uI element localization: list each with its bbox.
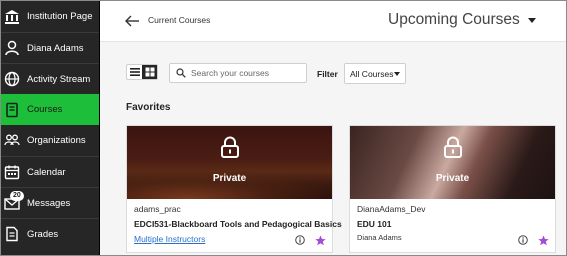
list-icon: [129, 68, 140, 76]
globe-icon: [4, 71, 20, 87]
sidebar-item-label: Diana Adams: [27, 42, 84, 54]
grid-view-button[interactable]: [142, 65, 157, 79]
sidebar-item-courses[interactable]: Courses: [1, 94, 99, 125]
privacy-label: Private: [435, 173, 470, 184]
info-icon[interactable]: [295, 235, 305, 245]
course-card-body: DianaAdams_Dev EDU 101 Diana Adams: [350, 199, 555, 254]
breadcrumb[interactable]: Current Courses: [148, 15, 210, 25]
sidebar-item-calendar[interactable]: Calendar: [1, 156, 99, 187]
organizations-icon: [4, 133, 20, 149]
favorites-heading: Favorites: [126, 102, 171, 113]
app-frame: Institution Page Diana Adams Activity St…: [1, 1, 566, 255]
sidebar-item-activity-stream[interactable]: Activity Stream: [1, 63, 99, 94]
calendar-icon: [4, 164, 20, 180]
sidebar: Institution Page Diana Adams Activity St…: [1, 1, 100, 255]
instructors-link[interactable]: Multiple Instructors: [134, 234, 205, 244]
search-input[interactable]: [191, 68, 301, 78]
course-name[interactable]: EDU 101: [357, 219, 548, 229]
term-selector[interactable]: Upcoming Courses: [388, 11, 536, 29]
course-toolbar: Filter All Courses: [100, 61, 566, 85]
course-card-body: adams_prac EDCI531-Blackboard Tools and …: [127, 199, 342, 254]
grid-icon: [145, 67, 154, 77]
privacy-label: Private: [212, 173, 247, 184]
view-toggle: [126, 64, 158, 80]
grades-icon: [4, 226, 20, 242]
favorite-star-icon[interactable]: [538, 235, 549, 246]
back-arrow-icon[interactable]: [124, 13, 140, 29]
favorite-star-icon[interactable]: [315, 235, 326, 246]
messages-count-badge: 20: [10, 191, 24, 201]
institution-icon: [4, 9, 20, 25]
filter-label: Filter: [317, 69, 338, 79]
user-icon: [4, 40, 20, 56]
sidebar-item-label: Calendar: [27, 166, 66, 178]
sidebar-item-profile[interactable]: Diana Adams: [1, 32, 99, 63]
filter-select[interactable]: All Courses: [344, 63, 406, 84]
lock-icon: [220, 136, 239, 158]
sidebar-item-label: Activity Stream: [27, 73, 91, 85]
chevron-down-icon: [394, 72, 400, 76]
search-box: [169, 63, 307, 83]
course-card[interactable]: Private adams_prac EDCI531-Blackboard To…: [126, 125, 342, 254]
search-icon: [176, 68, 186, 78]
sidebar-item-messages[interactable]: 20 Messages: [1, 187, 99, 218]
chevron-down-icon: [527, 17, 536, 23]
sidebar-item-organizations[interactable]: Organizations: [1, 125, 99, 156]
main-content: Current Courses Upcoming Courses Search …: [100, 1, 566, 255]
filter-selected-value: All Courses: [350, 68, 394, 79]
sidebar-item-label: Grades: [27, 228, 59, 240]
page-title: Upcoming Courses: [388, 11, 520, 28]
course-banner-image: Private: [350, 126, 555, 199]
course-id: DianaAdams_Dev: [357, 204, 426, 214]
sidebar-item-grades[interactable]: Grades: [1, 218, 99, 249]
sidebar-item-label: Institution Page: [27, 11, 93, 22]
course-name[interactable]: EDCI531-Blackboard Tools and Pedagogical…: [134, 219, 342, 229]
sidebar-item-label: Messages: [27, 197, 71, 209]
top-bar: Current Courses Upcoming Courses: [100, 1, 566, 42]
sidebar-item-institution-page[interactable]: Institution Page: [1, 1, 99, 32]
info-icon[interactable]: [518, 235, 528, 245]
course-id: adams_prac: [134, 204, 181, 214]
course-card[interactable]: Private DianaAdams_Dev EDU 101 Diana Ada…: [349, 125, 556, 253]
course-banner-image: Private: [127, 126, 332, 199]
lock-icon: [443, 136, 462, 158]
list-view-button[interactable]: [127, 65, 142, 79]
sidebar-item-label: Courses: [27, 104, 63, 115]
courses-icon: [4, 102, 20, 118]
sidebar-item-label: Organizations: [27, 135, 86, 146]
